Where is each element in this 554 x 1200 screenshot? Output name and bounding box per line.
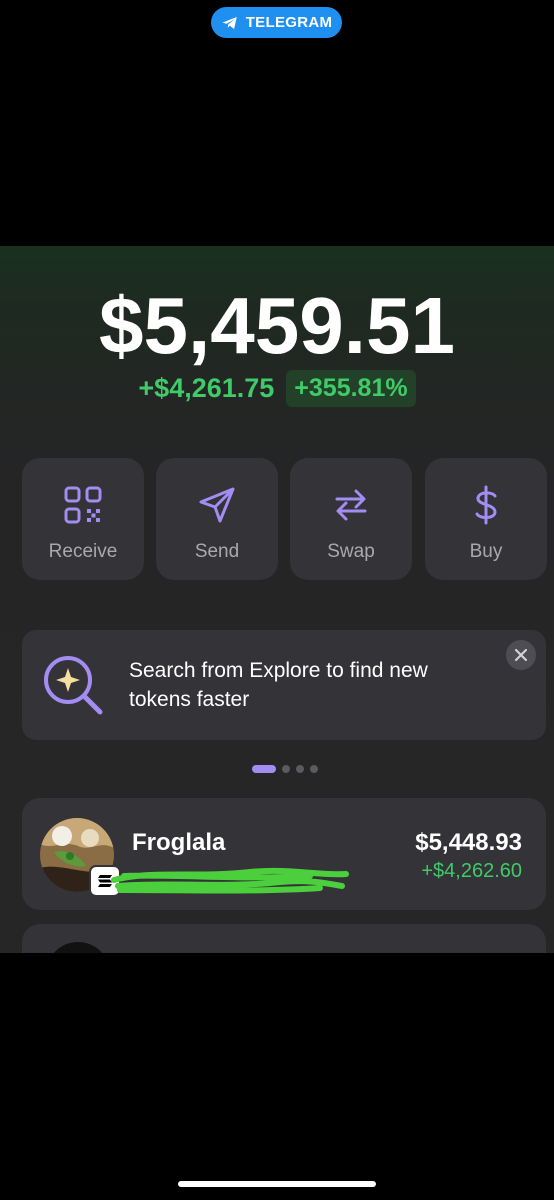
pagination-dot-active[interactable] — [252, 765, 276, 773]
search-sparkle-icon — [44, 656, 103, 715]
carousel-pagination — [252, 765, 318, 773]
telegram-icon — [222, 16, 237, 29]
swap-label: Swap — [327, 541, 375, 562]
send-label: Send — [194, 541, 240, 562]
telegram-label: TELEGRAM — [245, 14, 333, 31]
explore-banner[interactable]: Search from Explore to find new tokens f… — [22, 630, 546, 740]
token-value: $5,448.93 — [415, 829, 522, 856]
token-avatar — [46, 942, 110, 953]
send-button[interactable]: Send — [156, 458, 278, 580]
send-icon — [199, 487, 235, 523]
balance-change-percent: +355.81% — [286, 370, 416, 407]
close-icon — [515, 649, 527, 661]
pagination-dot[interactable] — [282, 765, 290, 773]
banner-text: Search from Explore to find new tokens f… — [129, 659, 428, 711]
pagination-dot[interactable] — [296, 765, 304, 773]
token-row-froglala[interactable]: Froglala $5,448.93 +$4,262.60 — [22, 798, 546, 910]
wallet-screen: $5,459.51 +$4,261.75 +355.81% Receive Se… — [0, 246, 554, 953]
dollar-icon — [475, 485, 497, 525]
close-banner-button[interactable] — [506, 640, 536, 670]
receive-button[interactable]: Receive — [22, 458, 144, 580]
buy-label: Buy — [469, 541, 503, 562]
total-balance: $5,459.51 — [99, 281, 455, 370]
receive-label: Receive — [48, 541, 118, 562]
swap-icon — [335, 489, 367, 521]
token-row-next[interactable] — [22, 924, 546, 953]
token-change: +$4,262.60 — [421, 860, 522, 882]
telegram-pill[interactable]: TELEGRAM — [211, 7, 342, 38]
redaction-scribble — [111, 867, 349, 894]
buy-button[interactable]: Buy — [425, 458, 547, 580]
balance-change-amount: +$4,261.75 — [138, 373, 275, 403]
home-indicator[interactable] — [178, 1181, 376, 1187]
token-name: Froglala — [132, 829, 226, 856]
balance-change-row: +$4,261.75 +355.81% — [0, 370, 554, 407]
pagination-dot[interactable] — [310, 765, 318, 773]
swap-button[interactable]: Swap — [290, 458, 412, 580]
qr-code-icon — [64, 486, 102, 524]
